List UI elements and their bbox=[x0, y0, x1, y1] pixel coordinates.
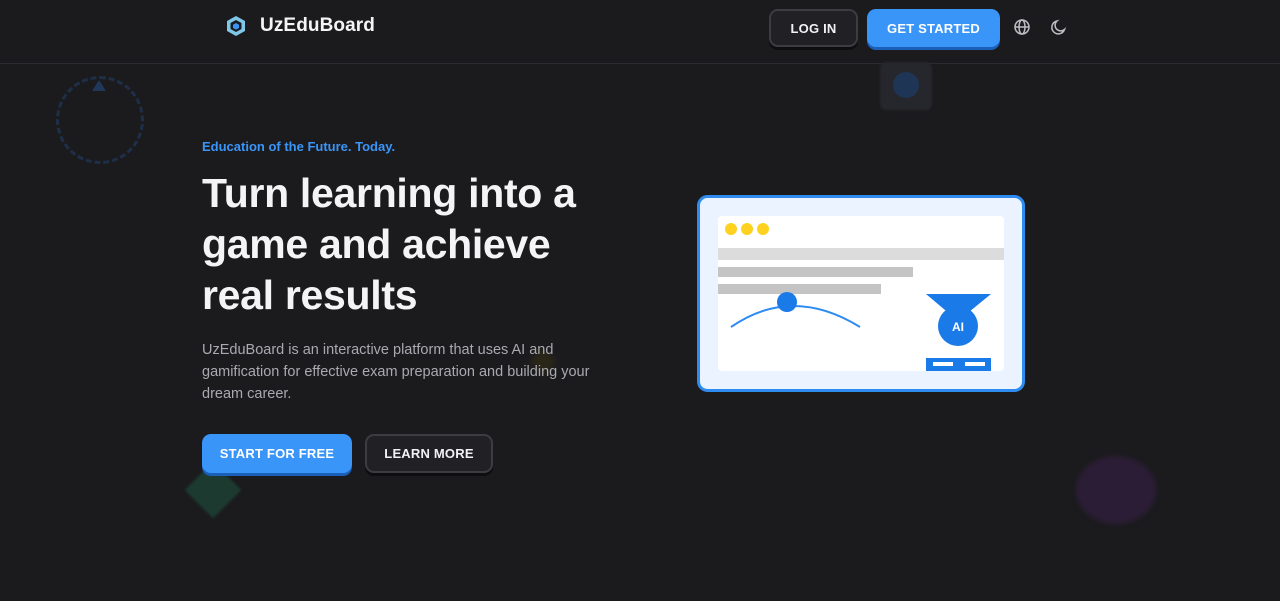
hero-headline: Turn learning into a game and achieve re… bbox=[202, 170, 576, 318]
content-bar bbox=[718, 248, 1004, 260]
decor-blob bbox=[1076, 456, 1156, 524]
globe-icon[interactable] bbox=[1012, 17, 1032, 37]
start-for-free-button[interactable]: START FOR FREE bbox=[202, 434, 352, 473]
brand[interactable]: UzEduBoard bbox=[226, 15, 375, 37]
content-bar bbox=[718, 284, 881, 294]
decor-dot bbox=[893, 72, 919, 98]
platform-illustration: AI bbox=[697, 195, 1025, 392]
window-dot bbox=[757, 223, 769, 235]
top-nav: UzEduBoard LOG IN GET STARTED bbox=[0, 0, 1280, 64]
bottom-bar-line bbox=[965, 362, 985, 366]
progress-knob bbox=[777, 292, 797, 312]
moon-icon[interactable] bbox=[1049, 17, 1069, 37]
window-dot bbox=[725, 223, 737, 235]
window-dot bbox=[741, 223, 753, 235]
hero-eyebrow: Education of the Future. Today. bbox=[202, 139, 396, 154]
hero-description: UzEduBoard is an interactive platform th… bbox=[202, 342, 590, 402]
get-started-button[interactable]: GET STARTED bbox=[867, 9, 1000, 47]
learn-more-button[interactable]: LEARN MORE bbox=[365, 434, 493, 473]
brand-name: UzEduBoard bbox=[260, 15, 375, 36]
brand-logo-icon bbox=[227, 16, 245, 36]
ai-badge-label: AI bbox=[952, 320, 964, 334]
bottom-bar-line bbox=[933, 362, 953, 366]
decor-triangle bbox=[92, 80, 106, 91]
content-bar bbox=[718, 267, 913, 277]
login-button[interactable]: LOG IN bbox=[769, 9, 858, 47]
